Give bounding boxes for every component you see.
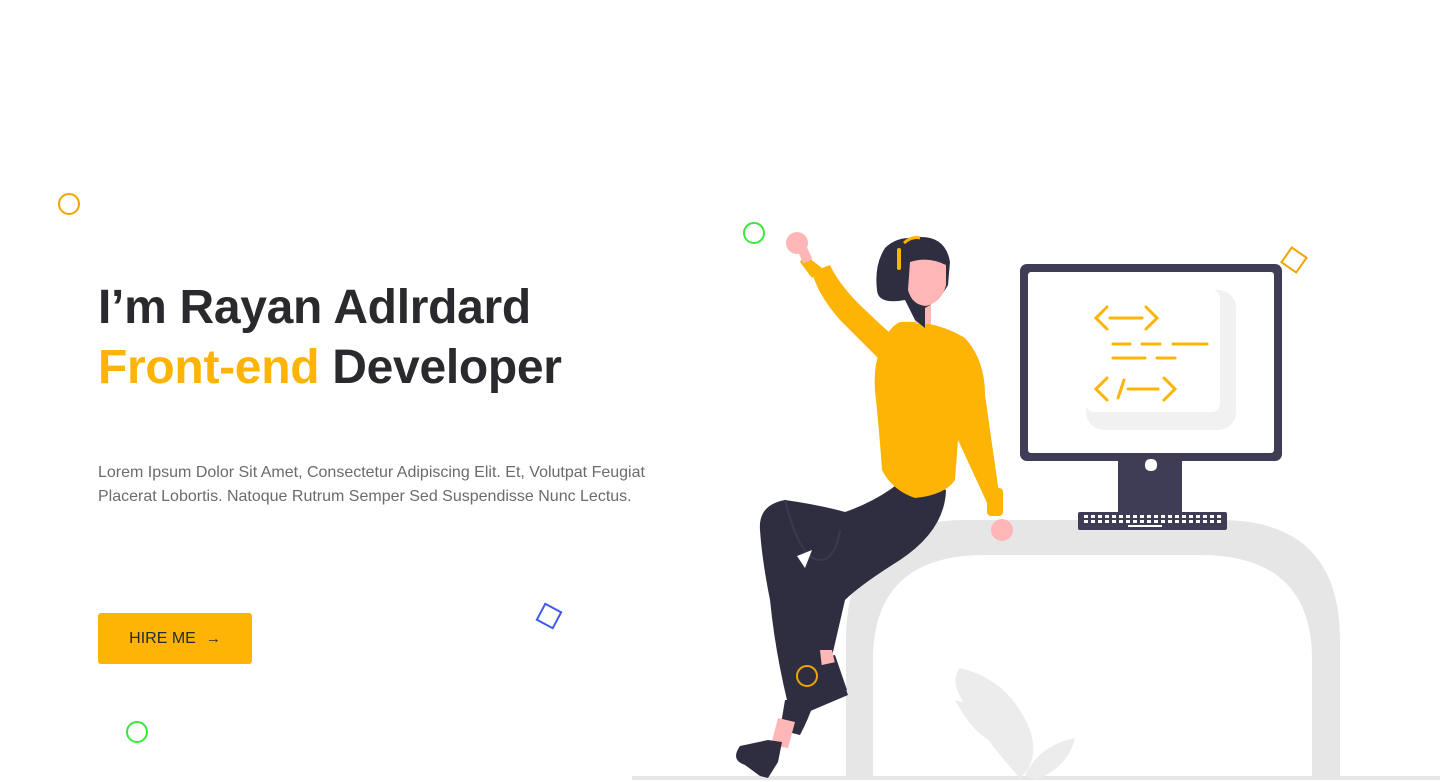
hire-me-label: HIRE ME	[129, 629, 196, 647]
blue-square-deco	[535, 602, 563, 630]
orange-circle-deco	[58, 193, 80, 215]
hero-description: Lorem Ipsum Dolor Sit Amet, Consectetur …	[98, 464, 645, 505]
hero-name: I’m Rayan Adlrdard	[98, 281, 531, 334]
hero-role: Front-end Developer	[98, 338, 562, 398]
hero-title: I’m Rayan Adlrdard Front-end Developer	[98, 278, 562, 398]
hero-role-rest: Developer	[319, 341, 562, 394]
developer-illustration	[632, 232, 1440, 780]
arrow-right-icon: →	[205, 630, 221, 647]
hire-me-button[interactable]: HIRE ME →	[98, 613, 252, 664]
shoe-left	[736, 740, 782, 778]
plant-silhouette	[955, 668, 1075, 780]
face	[908, 259, 946, 306]
hero-role-highlight: Front-end	[98, 341, 320, 394]
lowered-hand	[991, 519, 1013, 541]
desk-arch	[846, 520, 1340, 780]
green-circle-deco-bottom	[126, 721, 148, 743]
